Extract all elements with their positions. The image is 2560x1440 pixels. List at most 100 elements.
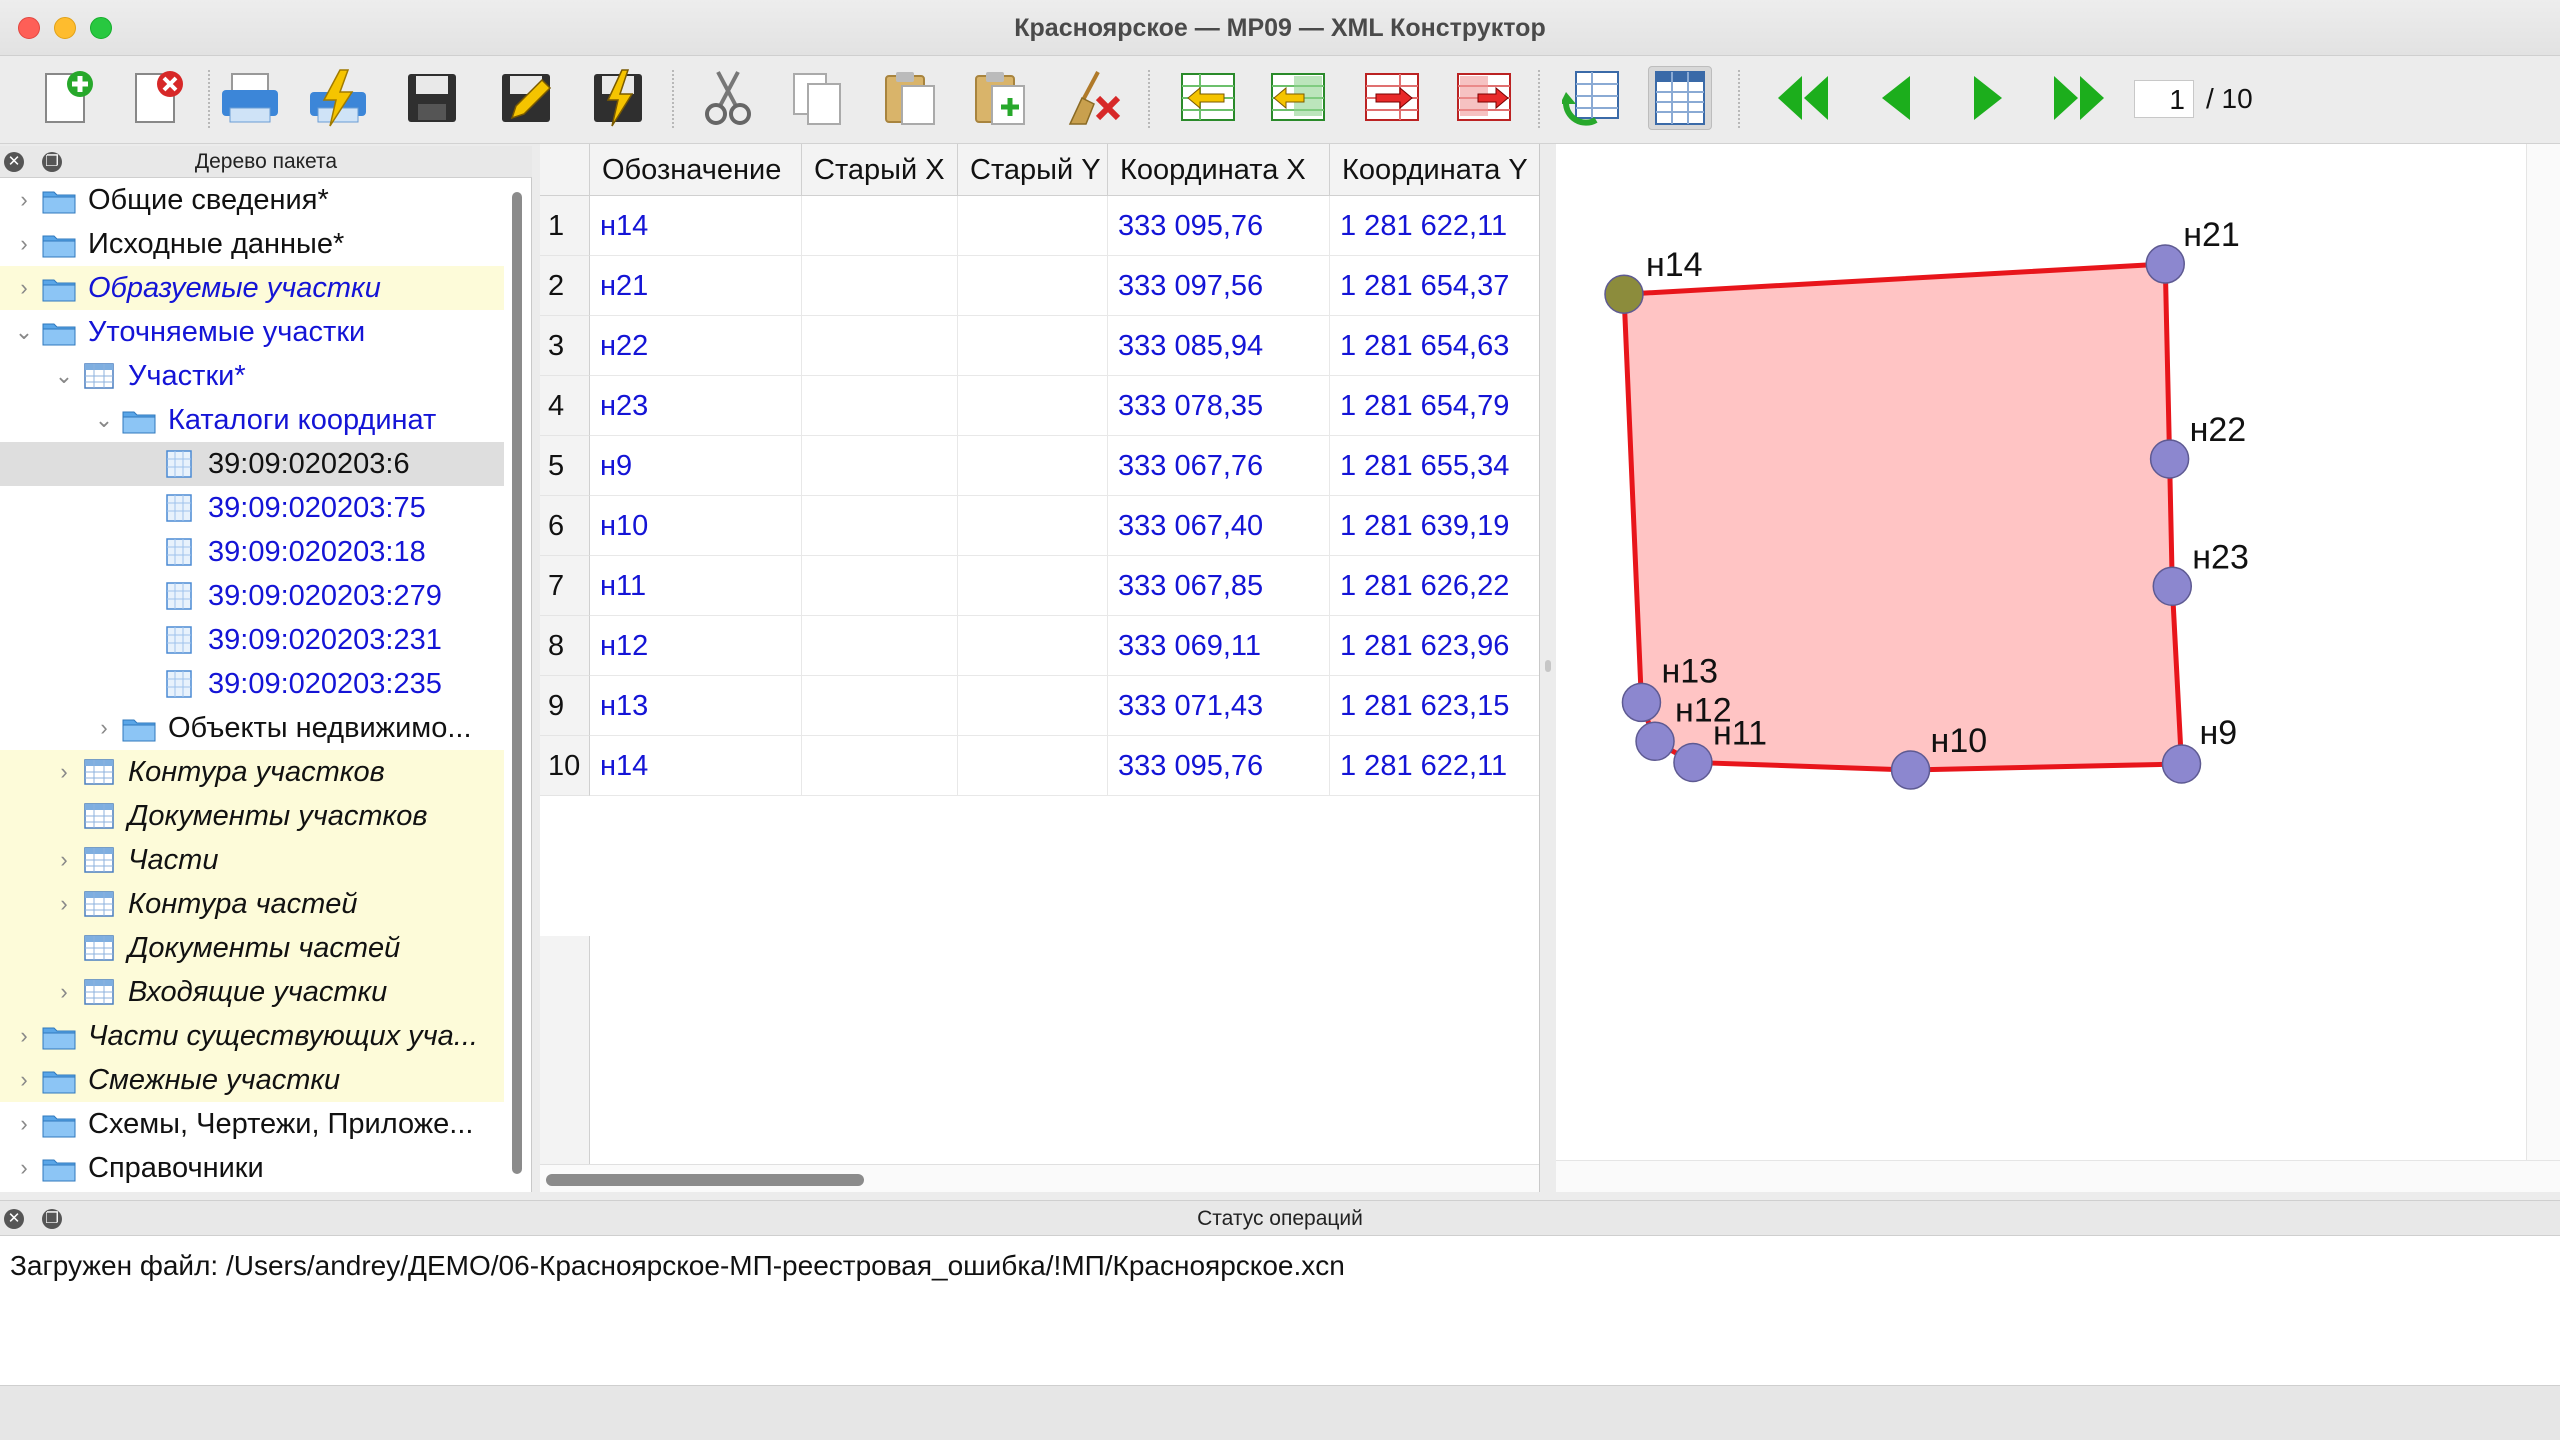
copy-button[interactable] <box>786 66 850 130</box>
tree-item-kontura-chastey[interactable]: › Контура частей <box>0 882 504 926</box>
tree-item-kontura-uchastkov[interactable]: › Контура участков <box>0 750 504 794</box>
table-cell-old-y[interactable] <box>958 316 1108 376</box>
table-horizontal-scrollbar[interactable] <box>540 1164 1539 1192</box>
table-cell-name[interactable]: н12 <box>590 616 802 676</box>
table-cell-old-x[interactable] <box>802 196 958 256</box>
table-cell-y[interactable]: 1 281 655,34 <box>1330 436 1539 496</box>
page-number-input[interactable]: 1 <box>2134 80 2194 118</box>
row-number[interactable]: 6 <box>540 496 590 556</box>
tree-item-obshchie-svedeniya[interactable]: › Общие сведения* <box>0 178 504 222</box>
chevron-right-icon[interactable]: › <box>92 715 116 741</box>
vertex-point[interactable] <box>1621 682 1662 723</box>
last-page-button[interactable] <box>2048 66 2112 130</box>
table-cell-name[interactable]: н14 <box>590 736 802 796</box>
column-header-old-y[interactable]: Старый Y <box>958 144 1108 196</box>
table-cell-y[interactable]: 1 281 622,11 <box>1330 736 1539 796</box>
vertex-point[interactable] <box>1890 750 1931 790</box>
export-right-button[interactable] <box>1360 66 1424 130</box>
chevron-right-icon[interactable]: › <box>12 1023 36 1049</box>
table-cell-old-y[interactable] <box>958 256 1108 316</box>
table-cell-y[interactable]: 1 281 654,79 <box>1330 376 1539 436</box>
import-left-button[interactable] <box>1176 66 1240 130</box>
chevron-right-icon[interactable]: › <box>12 1111 36 1137</box>
table-cell-x[interactable]: 333 078,35 <box>1108 376 1330 436</box>
table-cell-name[interactable]: н13 <box>590 676 802 736</box>
row-number[interactable]: 4 <box>540 376 590 436</box>
table-cell-old-y[interactable] <box>958 616 1108 676</box>
table-cell-name[interactable]: н22 <box>590 316 802 376</box>
clear-button[interactable] <box>1062 66 1126 130</box>
table-cell-x[interactable]: 333 095,76 <box>1108 736 1330 796</box>
tree-item-chasti-sushchestvuyushchikh[interactable]: › Части существующих уча... <box>0 1014 504 1058</box>
tree-item-catalog-39-09-020203-279[interactable]: 39:09:020203:279 <box>0 574 504 618</box>
parcel-drawing[interactable]: н14н21н22н23н9н10н11н12н13 <box>1556 144 2526 1160</box>
tree-item-catalog-39-09-020203-6[interactable]: 39:09:020203:6 <box>0 442 504 486</box>
tree-item-catalog-39-09-020203-18[interactable]: 39:09:020203:18 <box>0 530 504 574</box>
save-button[interactable] <box>400 66 464 130</box>
column-header-designation[interactable]: Обозначение <box>590 144 802 196</box>
table-cell-x[interactable]: 333 095,76 <box>1108 196 1330 256</box>
table-cell-y[interactable]: 1 281 623,96 <box>1330 616 1539 676</box>
column-header-coord-y[interactable]: Координата Y <box>1330 144 1539 196</box>
table-cell-y[interactable]: 1 281 654,37 <box>1330 256 1539 316</box>
chevron-right-icon[interactable]: › <box>52 847 76 873</box>
tree-item-obrazuemye-uchastki[interactable]: › Образуемые участки <box>0 266 504 310</box>
table-cell-y[interactable]: 1 281 626,22 <box>1330 556 1539 616</box>
row-number[interactable]: 5 <box>540 436 590 496</box>
tree-item-dokumenty-chastey[interactable]: Документы частей <box>0 926 504 970</box>
vertex-point[interactable] <box>2161 744 2202 784</box>
chevron-right-icon[interactable]: › <box>12 1155 36 1181</box>
tree-item-dokumenty-uchastkov[interactable]: Документы участков <box>0 794 504 838</box>
cut-button[interactable] <box>696 66 760 130</box>
tree-item-catalog-39-09-020203-231[interactable]: 39:09:020203:231 <box>0 618 504 662</box>
table-cell-y[interactable]: 1 281 654,63 <box>1330 316 1539 376</box>
table-cell-old-x[interactable] <box>802 676 958 736</box>
table-cell-old-y[interactable] <box>958 556 1108 616</box>
print-button[interactable] <box>218 66 282 130</box>
row-number[interactable]: 7 <box>540 556 590 616</box>
table-cell-old-x[interactable] <box>802 616 958 676</box>
paste-button[interactable] <box>878 66 942 130</box>
chevron-right-icon[interactable]: › <box>12 231 36 257</box>
map-view[interactable]: н14 н21 н22 н23 н9 н10 н11 н12 н13 <box>1556 144 2560 1192</box>
chevron-right-icon[interactable]: › <box>12 275 36 301</box>
chevron-down-icon[interactable]: ⌄ <box>92 407 116 433</box>
table-cell-old-y[interactable] <box>958 736 1108 796</box>
column-header-coord-x[interactable]: Координата X <box>1108 144 1330 196</box>
table-cell-old-x[interactable] <box>802 736 958 796</box>
table-cell-old-x[interactable] <box>802 556 958 616</box>
next-page-button[interactable] <box>1956 66 2020 130</box>
chevron-right-icon[interactable]: › <box>52 759 76 785</box>
column-header-old-x[interactable]: Старый X <box>802 144 958 196</box>
vertex-point[interactable] <box>2152 566 2193 607</box>
chevron-right-icon[interactable]: › <box>52 979 76 1005</box>
table-cell-old-x[interactable] <box>802 316 958 376</box>
table-cell-x[interactable]: 333 067,40 <box>1108 496 1330 556</box>
table-cell-name[interactable]: н21 <box>590 256 802 316</box>
map-vertical-scrollbar[interactable] <box>2526 144 2560 1160</box>
chevron-right-icon[interactable]: › <box>52 891 76 917</box>
tree-item-spravochniki[interactable]: › Справочники <box>0 1146 504 1190</box>
table-cell-old-y[interactable] <box>958 376 1108 436</box>
table-cell-y[interactable]: 1 281 622,11 <box>1330 196 1539 256</box>
row-number[interactable]: 9 <box>540 676 590 736</box>
table-cell-x[interactable]: 333 067,85 <box>1108 556 1330 616</box>
tree-item-vkhodyashchie-uchastki[interactable]: › Входящие участки <box>0 970 504 1014</box>
refresh-table-button[interactable] <box>1560 66 1624 130</box>
table-cell-old-x[interactable] <box>802 496 958 556</box>
vertex-point[interactable] <box>2149 439 2190 479</box>
table-cell-old-y[interactable] <box>958 496 1108 556</box>
map-horizontal-scrollbar[interactable] <box>1556 1160 2560 1192</box>
table-cell-x[interactable]: 333 069,11 <box>1108 616 1330 676</box>
tree-scrollbar[interactable] <box>510 192 524 1174</box>
table-cell-name[interactable]: н23 <box>590 376 802 436</box>
table-cell-y[interactable]: 1 281 623,15 <box>1330 676 1539 736</box>
table-cell-old-y[interactable] <box>958 676 1108 736</box>
table-cell-x[interactable]: 333 097,56 <box>1108 256 1330 316</box>
table-cell-name[interactable]: н14 <box>590 196 802 256</box>
prev-page-button[interactable] <box>1864 66 1928 130</box>
new-document-button[interactable] <box>34 66 98 130</box>
tree-item-utochnyaemye-uchastki[interactable]: ⌄ Уточняемые участки <box>0 310 504 354</box>
save-quick-button[interactable] <box>586 66 650 130</box>
tree-item-iskhodnye-dannye[interactable]: › Исходные данные* <box>0 222 504 266</box>
